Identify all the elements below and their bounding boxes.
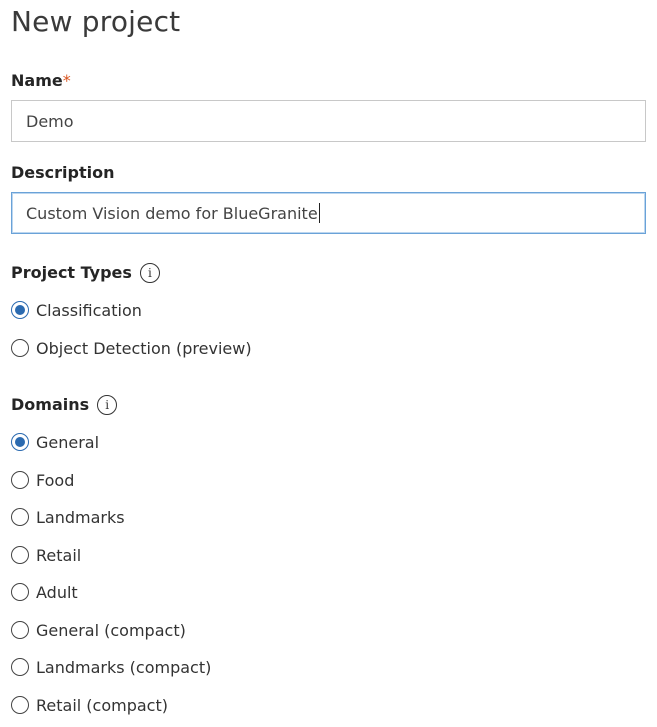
description-input[interactable]: Custom Vision demo for BlueGranite [11,192,646,234]
domains-heading: Domains i [11,394,118,416]
domain-landmarks[interactable]: Landmarks [11,506,125,528]
radio-label: Food [36,470,75,490]
radio-label: Landmarks [36,507,125,527]
radio-label: Classification [36,300,142,320]
radio-unselected-icon[interactable] [11,508,29,526]
domain-general-compact[interactable]: General (compact) [11,619,186,641]
radio-unselected-icon[interactable] [11,583,29,601]
domain-landmarks-compact[interactable]: Landmarks (compact) [11,656,211,678]
radio-unselected-icon[interactable] [11,658,29,676]
project-type-object-detection[interactable]: Object Detection (preview) [11,337,252,359]
domain-general[interactable]: General [11,431,99,453]
radio-label: Landmarks (compact) [36,657,212,677]
radio-label: Object Detection (preview) [36,338,252,358]
radio-label: General [36,432,100,452]
info-icon[interactable]: i [139,263,160,283]
domain-food[interactable]: Food [11,469,74,491]
radio-unselected-icon[interactable] [11,339,29,357]
radio-unselected-icon[interactable] [11,621,29,639]
new-project-form: New project Name* Demo Description Custo… [0,0,657,727]
radio-label: Retail [36,545,82,565]
text-caret [318,203,320,223]
radio-label: Adult [36,582,78,602]
name-label: Name* [11,71,71,91]
radio-unselected-icon[interactable] [11,696,29,714]
domain-retail[interactable]: Retail [11,544,81,566]
name-input[interactable]: Demo [11,100,646,142]
domains-label: Domains [11,395,90,414]
radio-selected-icon[interactable] [11,433,29,451]
radio-label: Retail (compact) [36,695,168,715]
radio-unselected-icon[interactable] [11,471,29,489]
name-label-text: Name [11,71,63,90]
radio-unselected-icon[interactable] [11,546,29,564]
radio-selected-icon[interactable] [11,301,29,319]
domain-retail-compact[interactable]: Retail (compact) [11,694,168,716]
page-title: New project [11,5,181,38]
domain-adult[interactable]: Adult [11,581,78,603]
description-label: Description [11,163,115,182]
project-types-heading: Project Types i [11,262,160,284]
info-icon[interactable]: i [97,395,118,415]
description-input-value: Custom Vision demo for BlueGranite [26,203,318,223]
radio-label: General (compact) [36,620,186,640]
project-types-label: Project Types [11,263,132,282]
required-mark: * [62,71,71,90]
project-type-classification[interactable]: Classification [11,299,142,321]
name-input-value: Demo [26,111,74,131]
